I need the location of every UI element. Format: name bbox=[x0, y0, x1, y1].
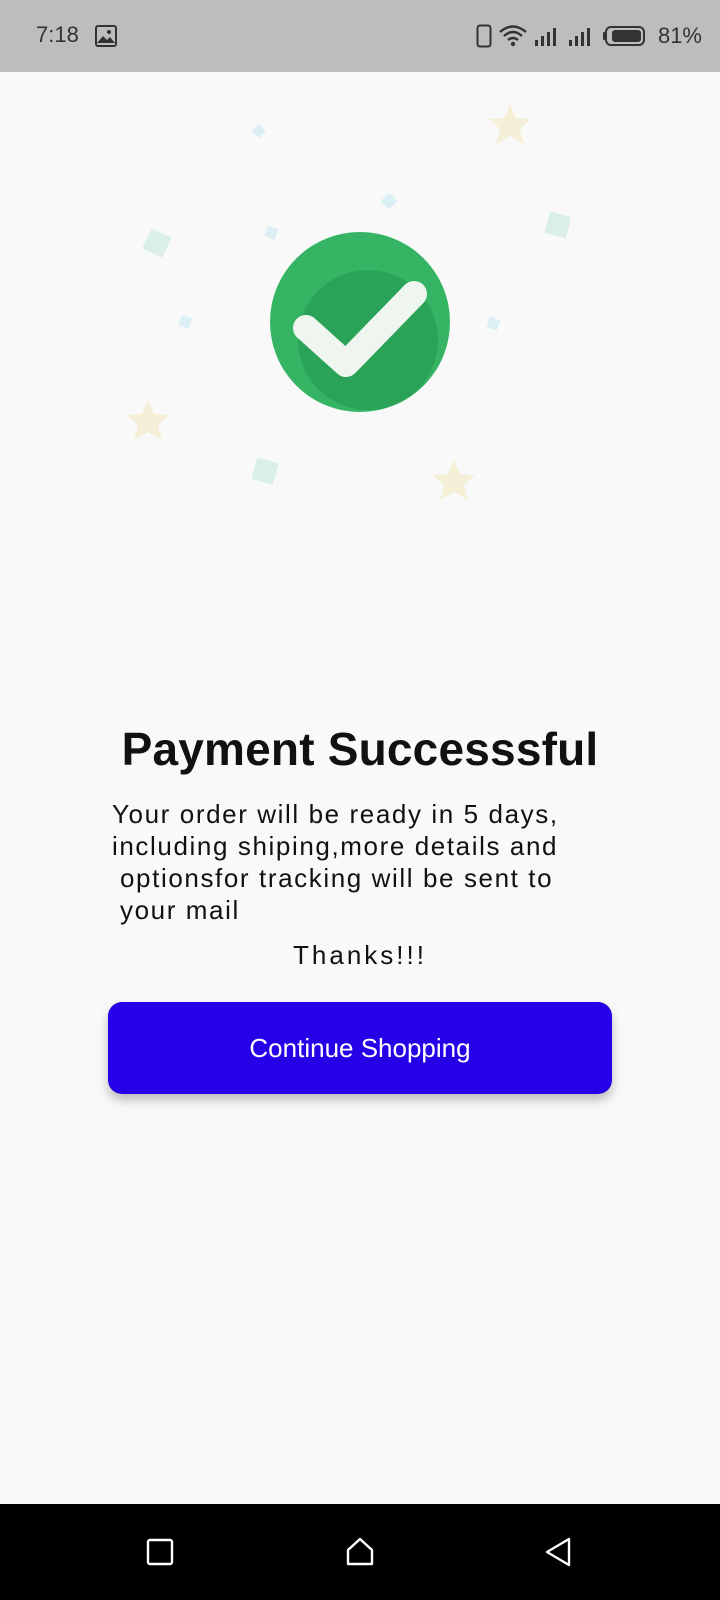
back-icon bbox=[545, 1537, 571, 1567]
order-message: Your order will be ready in 5 days, incl… bbox=[112, 798, 632, 926]
message-line: optionsfor tracking will be sent to bbox=[120, 863, 554, 893]
confetti-star bbox=[489, 104, 531, 144]
confetti-square bbox=[142, 228, 172, 258]
confetti-dot bbox=[264, 225, 279, 240]
message-line: Your order will be ready in 5 days, bbox=[112, 799, 559, 829]
battery-icon bbox=[602, 26, 645, 46]
continue-shopping-button[interactable]: Continue Shopping bbox=[108, 1002, 612, 1094]
recent-apps-button[interactable] bbox=[140, 1532, 180, 1572]
gallery-icon bbox=[95, 25, 117, 47]
confetti-dot bbox=[178, 314, 193, 329]
status-bar: 7:18 81% bbox=[0, 0, 720, 72]
confetti-square bbox=[251, 457, 279, 485]
battery-percent: 81% bbox=[657, 23, 702, 48]
status-icons: 81% bbox=[476, 20, 702, 52]
confetti-square bbox=[544, 211, 570, 239]
home-button[interactable] bbox=[340, 1532, 380, 1572]
thanks-text: Thanks!!! bbox=[293, 940, 427, 970]
navigation-bar bbox=[0, 1504, 720, 1600]
message-line: including shiping,more details and bbox=[112, 831, 559, 861]
signal-icon bbox=[534, 28, 556, 46]
confetti-dot bbox=[251, 123, 267, 139]
confetti-dot bbox=[380, 192, 398, 210]
back-button[interactable] bbox=[538, 1532, 578, 1572]
signal-icon bbox=[568, 28, 590, 46]
confetti-dot bbox=[486, 316, 501, 331]
phone-icon bbox=[476, 24, 492, 48]
recent-apps-icon bbox=[146, 1538, 174, 1566]
status-time: 7:18 bbox=[36, 22, 79, 47]
message-line: your mail bbox=[120, 895, 240, 925]
page-title: Payment Successsful bbox=[121, 723, 599, 775]
confetti-star bbox=[433, 460, 475, 500]
confetti-star bbox=[127, 400, 169, 440]
wifi-icon bbox=[499, 25, 527, 47]
home-icon bbox=[346, 1537, 374, 1566]
check-circle-icon bbox=[270, 232, 450, 412]
success-illustration bbox=[127, 104, 570, 500]
